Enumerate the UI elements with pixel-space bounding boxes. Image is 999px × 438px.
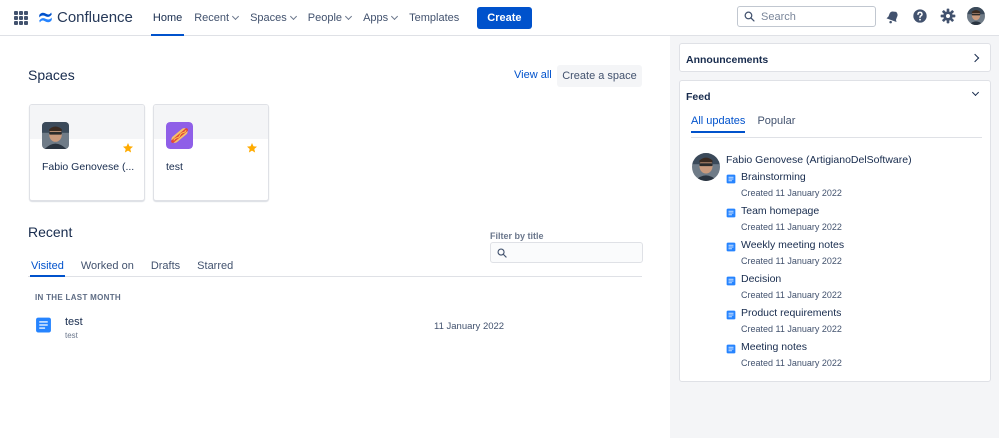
feed-item-meta: Created 11 January 2022 (741, 222, 842, 232)
page-icon (726, 344, 736, 354)
tab-starred[interactable]: Starred (194, 257, 236, 276)
feed-item-meta: Created 11 January 2022 (741, 324, 842, 334)
feed-item[interactable]: Team homepage Created 11 January 2022 (726, 205, 986, 239)
tab-popular[interactable]: Popular (757, 115, 795, 130)
feed-user-name[interactable]: Fabio Genovese (ArtigianoDelSoftware) (726, 154, 912, 166)
tab-worked-on[interactable]: Worked on (78, 257, 137, 276)
filter-by-title-label: Filter by title (490, 231, 544, 241)
nav-people[interactable]: People (302, 0, 357, 36)
tab-drafts[interactable]: Drafts (148, 257, 183, 276)
chevron-down-icon[interactable] (971, 88, 980, 97)
feed-item[interactable]: Decision Created 11 January 2022 (726, 273, 986, 307)
tab-visited[interactable]: Visited (28, 257, 67, 277)
feed-item-title[interactable]: Weekly meeting notes (741, 239, 844, 251)
feed-item-title[interactable]: Team homepage (741, 205, 819, 217)
star-icon[interactable] (122, 142, 134, 154)
feed-item-meta: Created 11 January 2022 (741, 188, 842, 198)
space-avatar (42, 122, 69, 149)
page-icon (726, 276, 736, 286)
recent-tabs: Visited Worked on Drafts Starred (28, 257, 642, 277)
page-icon (726, 242, 736, 252)
page-icon (35, 316, 52, 334)
settings-gear-icon[interactable] (939, 7, 957, 25)
nav-home-label: Home (152, 11, 183, 24)
feed-item-title[interactable]: Meeting notes (741, 341, 807, 353)
feed-item[interactable]: Brainstorming Created 11 January 2022 (726, 171, 986, 205)
nav-apps[interactable]: Apps (357, 0, 403, 36)
nav-recent[interactable]: Recent (188, 0, 244, 36)
nav-people-label: People (307, 11, 343, 24)
recent-item-date: 11 January 2022 (434, 321, 505, 332)
search-icon (744, 11, 755, 22)
page-icon (726, 208, 736, 218)
tab-all-updates[interactable]: All updates (691, 115, 746, 133)
space-card[interactable]: test (153, 104, 269, 201)
search-input[interactable] (761, 10, 861, 23)
feed-item-meta: Created 11 January 2022 (741, 290, 842, 300)
feed-item-title[interactable]: Decision (741, 273, 781, 285)
space-name: test (166, 161, 183, 173)
feed-tabs: All updates Popular (691, 115, 807, 133)
chevron-down-icon (345, 12, 353, 20)
feed-item-meta: Created 11 January 2022 (741, 358, 842, 368)
top-navigation-bar: Confluence Home Recent Spaces People App… (0, 0, 999, 36)
nav-home[interactable]: Home (147, 0, 188, 36)
nav-templates-label: Templates (409, 11, 460, 24)
recent-item-title[interactable]: test (65, 316, 83, 328)
announcements-heading: Announcements (686, 54, 769, 66)
nav-templates[interactable]: Templates (403, 0, 465, 36)
feed-item-title[interactable]: Product requirements (741, 307, 841, 319)
create-button[interactable]: Create (477, 6, 532, 29)
nav-spaces[interactable]: Spaces (244, 0, 302, 36)
space-card[interactable]: Fabio Genovese (... (29, 104, 145, 201)
announcements-panel[interactable]: Announcements (679, 43, 991, 72)
nav-apps-label: Apps (363, 11, 389, 24)
avatar[interactable] (692, 153, 720, 181)
hotdog-icon (166, 122, 193, 149)
chevron-right-icon (970, 53, 980, 63)
recent-item[interactable]: test test 11 January 2022 (35, 314, 505, 342)
feed-heading: Feed (686, 91, 711, 103)
feed-item[interactable]: Weekly meeting notes Created 11 January … (726, 239, 986, 273)
recent-item-space: test (65, 331, 78, 340)
view-all-spaces-link[interactable]: View all (514, 69, 552, 81)
star-icon[interactable] (246, 142, 258, 154)
main-content: Spaces View all Create a space Fabio Gen… (0, 36, 670, 438)
feed-item[interactable]: Product requirements Created 11 January … (726, 307, 986, 341)
search-icon (497, 247, 507, 258)
confluence-logo[interactable]: Confluence (38, 9, 133, 26)
divider (691, 137, 982, 138)
spaces-heading: Spaces (28, 67, 75, 83)
app-switcher-icon[interactable] (14, 10, 28, 25)
confluence-logo-icon (39, 12, 52, 23)
nav-recent-label: Recent (194, 11, 230, 24)
feed-item[interactable]: Meeting notes Created 11 January 2022 (726, 341, 986, 375)
top-right-actions (883, 7, 985, 25)
recent-heading: Recent (28, 224, 73, 240)
feed-item-title[interactable]: Brainstorming (741, 171, 806, 183)
right-sidebar: Announcements Feed All updates Popular F… (670, 36, 999, 438)
section-label: IN THE LAST MONTH (35, 293, 121, 302)
create-space-button[interactable]: Create a space (557, 65, 642, 87)
primary-nav: Home Recent Spaces People Apps Templates (147, 0, 465, 36)
chevron-down-icon (232, 12, 240, 20)
space-name: Fabio Genovese (... (42, 161, 135, 173)
page-icon (726, 174, 736, 184)
brand-name: Confluence (57, 9, 133, 26)
feed-item-meta: Created 11 January 2022 (741, 256, 842, 266)
chevron-down-icon (391, 12, 399, 20)
nav-spaces-label: Spaces (250, 11, 287, 24)
user-avatar[interactable] (967, 7, 985, 25)
help-icon[interactable] (911, 7, 929, 25)
notification-bell-icon[interactable] (883, 7, 901, 25)
feed-panel: Feed All updates Popular Fabio Genovese … (679, 80, 991, 382)
search-box[interactable] (737, 6, 876, 27)
chevron-down-icon (289, 12, 297, 20)
page-icon (726, 310, 736, 320)
